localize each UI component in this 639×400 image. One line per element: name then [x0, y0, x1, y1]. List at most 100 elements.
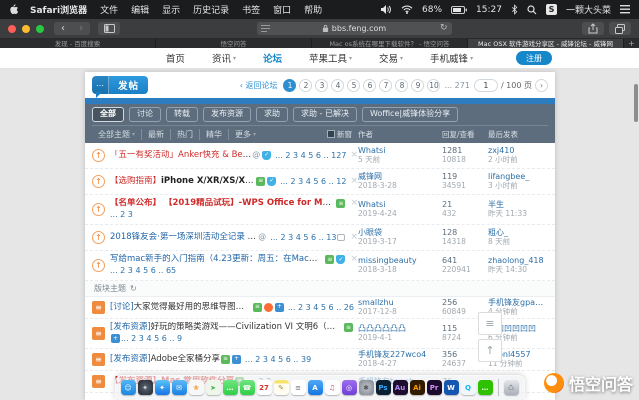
thread-page-links[interactable]: ... 2 3 4 5 6 .. 26: [288, 302, 354, 313]
sort-link[interactable]: 热门: [171, 128, 201, 140]
author-link[interactable]: Whatsi: [358, 146, 442, 156]
thread-page-links[interactable]: ... 2 3 4 5 6 .. 12: [280, 176, 346, 187]
thread-page-links[interactable]: ... 2 3 4 5 6 .. 9: [121, 333, 182, 344]
dock-icon-messages[interactable]: …: [222, 380, 238, 395]
thread-page-links[interactable]: ... 2 3 4 5 6 .. 13: [270, 232, 336, 243]
dock-icon-safari[interactable]: ✦: [154, 380, 170, 395]
page-button[interactable]: 5: [347, 78, 361, 92]
nav-item-首页[interactable]: 首页: [166, 51, 185, 65]
thread-title-link[interactable]: 【选购指南】iPhone X/XR/XS/XS Max怎么选？看完你就知道了: [110, 176, 255, 187]
last-poster-link[interactable]: zhaolong_418: [488, 256, 548, 266]
dock-icon-word[interactable]: W: [443, 380, 459, 395]
dock-icon-mail[interactable]: ✉: [171, 380, 187, 395]
close-icon[interactable]: ×: [346, 254, 358, 265]
thread-title-link[interactable]: [发布资源]Adobe全家桶分享: [110, 354, 220, 365]
dock-icon-premiere[interactable]: Pr: [426, 380, 442, 395]
thread-title-link[interactable]: 2018锋友会·第一场深圳活动全记录 诚邀锋友参加年度活动: [110, 232, 257, 243]
thread-title-link[interactable]: 「五一有奖活动」Anker快充 & Belkin无线充免费送: [110, 150, 251, 161]
last-poster-link[interactable]: zxj410: [488, 146, 548, 156]
address-bar[interactable]: bbs.feng.com ↻: [256, 22, 452, 35]
nav-item-手机威锋[interactable]: 手机威锋 ▾: [430, 51, 473, 65]
author-link[interactable]: missingbeauty: [358, 256, 442, 266]
thread-page-links[interactable]: ... 2 3: [110, 209, 133, 220]
filter-tab[interactable]: 全部: [92, 107, 124, 122]
menu-username[interactable]: 一颗大头菜: [566, 3, 611, 16]
nav-item-资讯[interactable]: 资讯 ▾: [212, 51, 236, 65]
post-menu-dots[interactable]: ⋯: [92, 76, 109, 94]
thread-title-link[interactable]: [讨论]大家觉得最好用的思维导图工具是哪个？: [110, 302, 252, 313]
sort-link[interactable]: 更多 ▾: [229, 129, 262, 140]
thread-title-link[interactable]: 写给mac新手的入门指南（4.23更新：周五：在Mac上如何访问IE Only的…: [110, 254, 324, 265]
new-window-checkbox[interactable]: 新窗: [327, 129, 352, 140]
filter-tab[interactable]: 求助: [256, 107, 288, 122]
feedback-widget[interactable]: ≡: [478, 312, 502, 335]
browser-tab[interactable]: Mac OSX 软件游戏分享区 - 威锋论坛 - 威锋网: [468, 38, 624, 48]
page-input[interactable]: 1: [473, 78, 498, 92]
page-button[interactable]: 10: [427, 78, 441, 92]
author-link[interactable]: 手机锋友227wco4: [358, 350, 442, 360]
dock-icon-illustrator[interactable]: Ai: [409, 380, 425, 395]
dock-icon-photos[interactable]: ❀: [188, 380, 204, 395]
page-button[interactable]: 7: [379, 78, 393, 92]
dock-icon-trash[interactable]: ♺: [503, 380, 519, 395]
back-button[interactable]: ‹: [54, 22, 72, 35]
page-button[interactable]: 4: [331, 78, 345, 92]
volume-icon[interactable]: [381, 5, 392, 14]
dock-icon-podcasts[interactable]: ◎: [341, 380, 357, 395]
dock-icon-wechat[interactable]: …: [477, 380, 493, 395]
scrollbar-thumb[interactable]: [634, 84, 638, 122]
menu-item[interactable]: 编辑: [131, 3, 149, 16]
nav-item-论坛[interactable]: 论坛: [263, 51, 282, 65]
close-icon[interactable]: ×: [346, 198, 358, 209]
sort-link[interactable]: 精华: [200, 128, 230, 140]
page-button[interactable]: 2: [299, 78, 313, 92]
zoom-window-button[interactable]: [36, 24, 44, 33]
apple-menu[interactable]: [9, 4, 18, 15]
thread-page-links[interactable]: ... 2 3 4 5 6 .. 65: [110, 265, 176, 276]
input-method-icon[interactable]: S: [545, 4, 557, 15]
sidebar-button[interactable]: [98, 22, 120, 35]
filter-tab[interactable]: 讨论: [129, 107, 161, 122]
page-button[interactable]: 8: [395, 78, 409, 92]
author-link[interactable]: Whatsi: [358, 200, 442, 210]
back-to-forum-link[interactable]: ‹ 返回论坛: [240, 80, 278, 91]
menu-item[interactable]: 窗口: [273, 3, 291, 16]
thread-page-links[interactable]: ... 2 3 4 5 6 .. 127: [275, 150, 346, 161]
filter-tab[interactable]: 转载: [166, 107, 198, 122]
filter-tab[interactable]: Woffice|威锋体验分享: [361, 107, 459, 122]
close-icon[interactable]: ×: [346, 176, 358, 187]
dock-icon-maps[interactable]: ➤: [205, 380, 221, 395]
dock-icon-calendar[interactable]: 27: [256, 380, 272, 395]
author-link[interactable]: 威锋网: [358, 172, 442, 182]
sort-link[interactable]: 全部主题 ▾: [92, 128, 143, 140]
page-button[interactable]: 1: [283, 78, 297, 92]
menu-item[interactable]: 书签: [242, 3, 260, 16]
nav-item-交易[interactable]: 交易 ▾: [379, 51, 403, 65]
browser-tab[interactable]: 悟空问答: [156, 38, 312, 48]
dock-icon-qq[interactable]: Q: [460, 380, 476, 395]
bluetooth-icon[interactable]: [511, 4, 518, 15]
sort-link[interactable]: 最新: [142, 128, 172, 140]
dock-icon-photoshop[interactable]: Ps: [375, 380, 391, 395]
filter-tab[interactable]: 发布资源: [203, 107, 251, 122]
menu-item[interactable]: 文件: [100, 3, 118, 16]
menu-clock[interactable]: 15:27: [476, 5, 502, 15]
new-tab-button[interactable]: +: [624, 38, 639, 48]
close-window-button[interactable]: [8, 24, 16, 33]
author-link[interactable]: smallzhu: [358, 298, 442, 308]
next-page-button[interactable]: ›: [535, 78, 548, 92]
thread-page-links[interactable]: ... 2 3 4 5 6 .. 39: [245, 354, 311, 365]
refresh-icon[interactable]: ↻: [130, 284, 137, 293]
wifi-icon[interactable]: [401, 5, 413, 14]
page-button[interactable]: 6: [363, 78, 377, 92]
reload-icon[interactable]: ↻: [440, 23, 448, 33]
menu-item[interactable]: Safari浏览器: [30, 3, 87, 16]
browser-tab[interactable]: 发现 - 百度搜索: [0, 38, 156, 48]
back-to-top-widget[interactable]: ↑: [478, 339, 502, 362]
dock-icon-reminders[interactable]: ≡: [290, 380, 306, 395]
thread-title-link[interactable]: [发布资源]好玩的策略类游戏——Civilization VI 文明6（风云变幻…: [110, 322, 343, 333]
menu-item[interactable]: 显示: [162, 3, 180, 16]
share-button[interactable]: [582, 22, 604, 35]
author-link[interactable]: 凸凸凸凸凸凸: [358, 324, 442, 334]
page-ellipsis[interactable]: ... 271: [444, 81, 469, 90]
